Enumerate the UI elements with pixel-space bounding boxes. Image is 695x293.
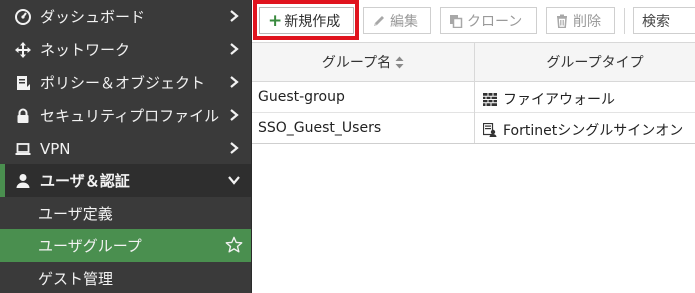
- clone-icon: [449, 14, 463, 28]
- laptop-icon: [12, 141, 34, 157]
- edit-button[interactable]: 編集: [363, 7, 431, 34]
- sidebar-subitem-user-definition[interactable]: ユーザ定義: [0, 197, 251, 230]
- user-groups-table: グループ名 グループタイプ Guest-group ファイアウォール SSO_G…: [252, 42, 695, 144]
- column-header-label: グループ名: [321, 55, 392, 71]
- sidebar-subitem-label: ユーザ定義: [38, 205, 113, 223]
- cell-group-type-label: Fortinetシングルサインオン: [503, 123, 684, 139]
- dashboard-icon: [12, 8, 34, 25]
- sidebar-subitem-label: ゲスト管理: [38, 270, 114, 288]
- chevron-right-icon: [230, 76, 239, 88]
- user-icon: [12, 173, 34, 189]
- column-separator: [474, 42, 475, 144]
- delete-label: 削除: [573, 13, 601, 30]
- cell-group-type: Fortinetシングルサインオン: [483, 120, 683, 140]
- sidebar-item-label: ユーザ＆認証: [40, 172, 130, 190]
- active-accent-bar: [0, 164, 5, 197]
- sidebar-item-label: ポリシー＆オブジェクト: [40, 74, 206, 92]
- cell-group-type: ファイアウォール: [483, 89, 615, 109]
- sidebar-subitem-guest-management[interactable]: ゲスト管理: [0, 262, 251, 293]
- cell-group-name: SSO_Guest_Users: [258, 120, 382, 136]
- table-bottom-border: [252, 143, 695, 144]
- chevron-right-icon: [230, 142, 239, 154]
- cell-group-type-label: ファイアウォール: [503, 92, 615, 108]
- sidebar-item-user-auth[interactable]: ユーザ＆認証: [0, 164, 251, 197]
- search-input[interactable]: 検索: [633, 7, 695, 34]
- star-favorite-icon[interactable]: [225, 236, 243, 254]
- sidebar-item-vpn[interactable]: VPN: [0, 132, 251, 165]
- search-placeholder: 検索: [642, 13, 670, 30]
- firewall-icon: [483, 92, 497, 106]
- clone-button[interactable]: クローン: [440, 7, 537, 34]
- policy-document-icon: [12, 75, 34, 91]
- sidebar-item-label: VPN: [40, 139, 71, 158]
- chevron-right-icon: [230, 43, 239, 55]
- clone-label: クローン: [467, 13, 523, 30]
- network-move-icon: [12, 41, 34, 58]
- delete-button[interactable]: 削除: [546, 7, 615, 34]
- sort-icon[interactable]: [395, 56, 404, 69]
- column-header-group-type[interactable]: グループタイプ: [475, 43, 695, 81]
- sidebar-item-security-profiles[interactable]: セキュリティプロファイル: [0, 99, 251, 132]
- sidebar-item-network[interactable]: ネットワーク: [0, 33, 251, 66]
- sidebar: ダッシュボード ネットワーク ポリシー＆オブジェクト セキュリティプロファイル …: [0, 0, 251, 293]
- sidebar-subitem-label: ユーザグループ: [38, 237, 142, 255]
- sidebar-item-dashboard[interactable]: ダッシュボード: [0, 0, 251, 33]
- fsso-icon: [483, 123, 497, 137]
- highlight-annotation-box: [253, 0, 359, 40]
- sidebar-item-policy-objects[interactable]: ポリシー＆オブジェクト: [0, 66, 251, 99]
- chevron-right-icon: [230, 10, 239, 22]
- edit-label: 編集: [390, 13, 418, 30]
- trash-icon: [555, 14, 569, 28]
- column-header-label: グループタイプ: [546, 55, 644, 71]
- sidebar-item-label: ネットワーク: [40, 41, 131, 59]
- toolbar-separator: [624, 8, 625, 34]
- pencil-icon: [372, 14, 386, 28]
- cell-group-name: Guest-group: [258, 89, 345, 105]
- chevron-right-icon: [230, 109, 239, 121]
- sidebar-item-label: セキュリティプロファイル: [40, 107, 220, 125]
- lock-icon: [12, 108, 34, 124]
- sidebar-item-label: ダッシュボード: [40, 8, 146, 26]
- sidebar-subitem-user-groups[interactable]: ユーザグループ: [0, 229, 251, 262]
- chevron-down-icon: [228, 176, 240, 185]
- column-header-group-name[interactable]: グループ名: [252, 43, 474, 81]
